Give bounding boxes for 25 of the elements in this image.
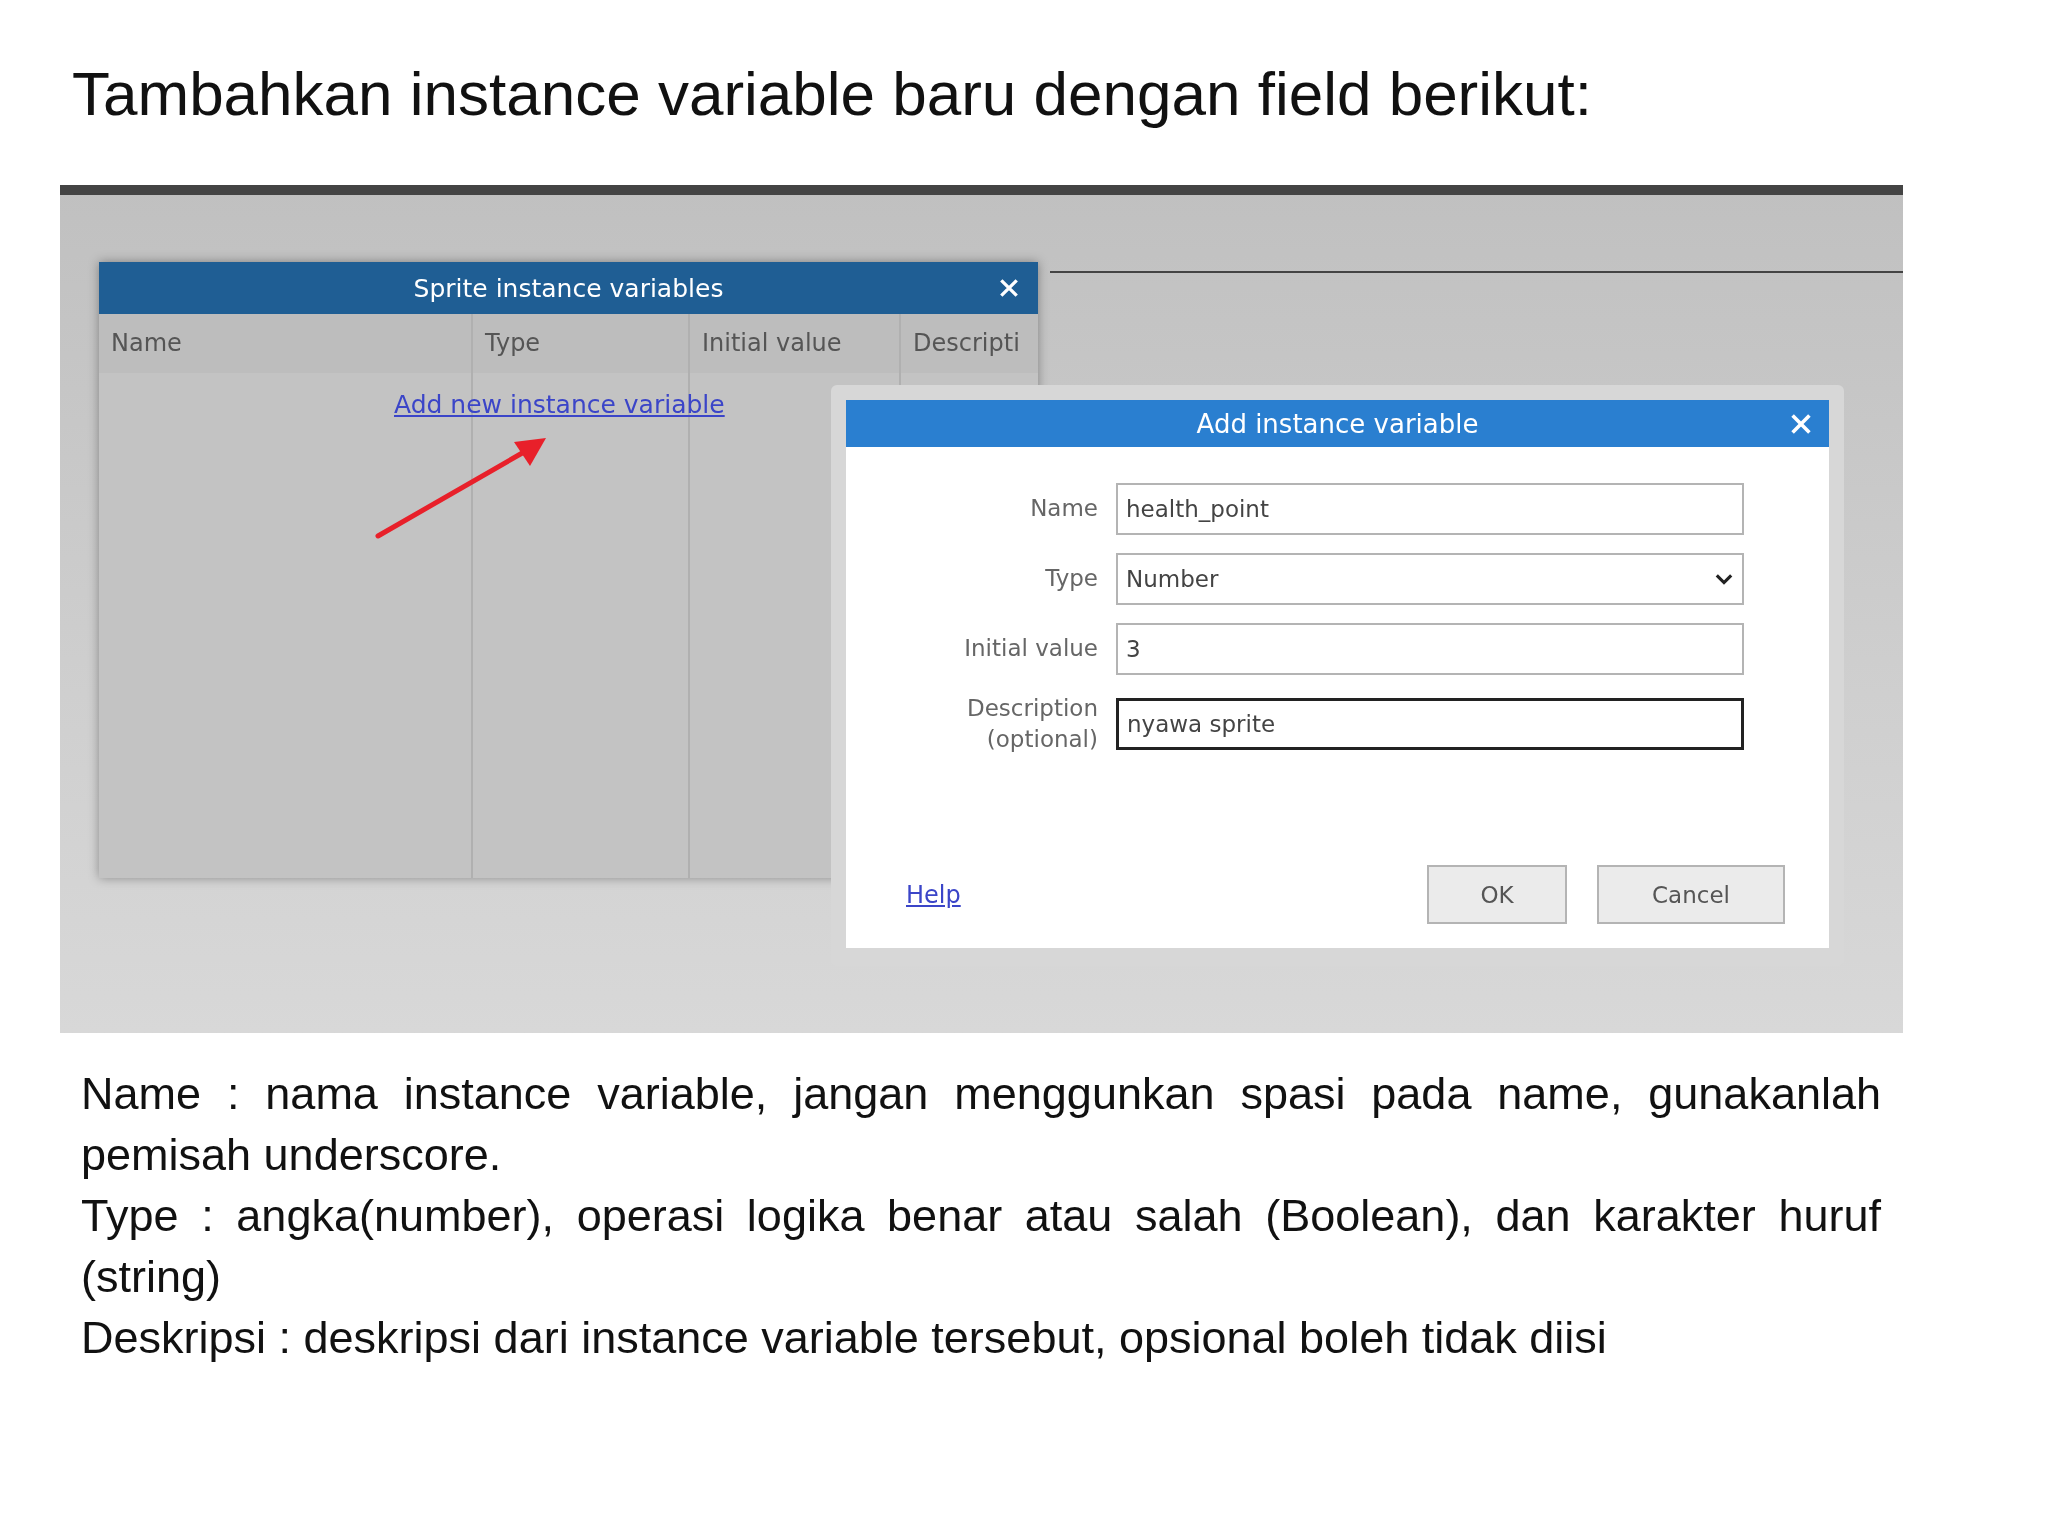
dialog-button[interactable]: Cancel (1597, 865, 1785, 924)
column-header: Initial value (690, 314, 899, 373)
input-field[interactable]: nyawa sprite (1116, 698, 1744, 751)
column-header: Type (473, 314, 688, 373)
chevron-down-icon (1714, 573, 1734, 585)
field-label: Description (optional) (966, 694, 1099, 755)
dialog-title: Sprite instance variables (413, 273, 724, 303)
close-icon[interactable] (998, 277, 1020, 299)
add-variable-link[interactable]: Add new instance variable (394, 390, 725, 419)
field-label: Type (1044, 564, 1099, 594)
dialog-title: Add instance variable (1196, 408, 1479, 439)
slide-title: Tambahkan instance variable baru dengan field berikut: (72, 58, 1593, 129)
column-header: Descripti (901, 314, 1038, 373)
input-field[interactable]: health_point (1116, 483, 1744, 535)
close-icon[interactable] (1789, 412, 1813, 436)
field-label: Name (1029, 494, 1099, 524)
dialog-button[interactable]: OK (1427, 865, 1567, 924)
note-paragraph: Deskripsi : deskripsi dari instance variable tersebut, opsional boleh tidak diisi (81, 1311, 1608, 1365)
help-link[interactable]: Help (906, 880, 961, 909)
note-paragraph: Name : nama instance variable, jangan menggunkan spasi pada name, gunakanlah pemisah underscore. (81, 1067, 1881, 1182)
note-paragraph: Type : angka(number), operasi logika benar atau salah (Boolean), dan karakter huruf (string) (81, 1189, 1881, 1304)
column-header: Name (99, 314, 471, 373)
field-label: Initial value (963, 634, 1099, 664)
type-dropdown[interactable]: Number (1116, 553, 1744, 605)
input-field[interactable]: 3 (1116, 623, 1744, 675)
